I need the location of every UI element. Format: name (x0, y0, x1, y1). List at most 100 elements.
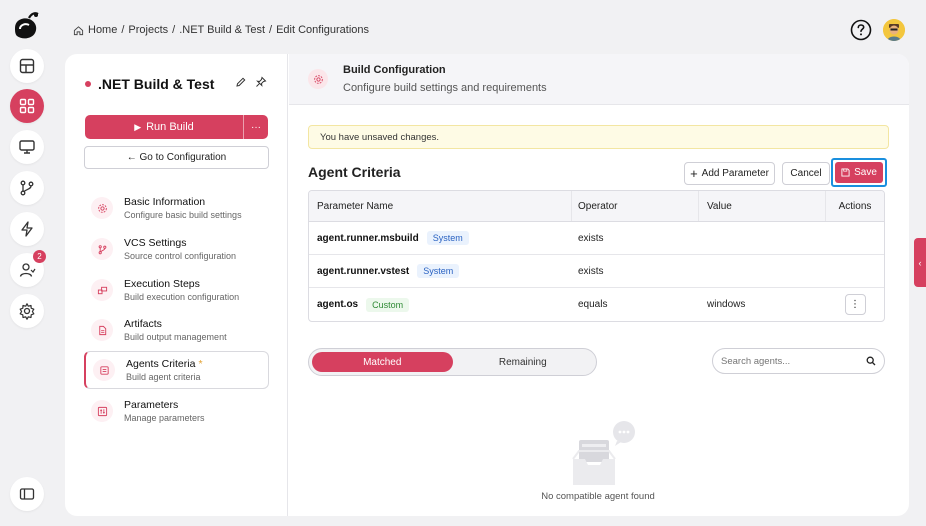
search-input[interactable] (721, 355, 851, 367)
sidebar-item-artifacts[interactable]: Artifacts Build output management (84, 311, 269, 349)
header-title: Build Configuration (343, 64, 446, 76)
system-badge: System (426, 231, 469, 245)
plus-icon: + (690, 165, 698, 181)
parameter-name: agent.runner.vstest (317, 265, 410, 277)
more-vertical-icon: ⋮ (850, 299, 860, 310)
run-options-button[interactable]: ··· (244, 115, 268, 139)
sidebar-item-vcs-settings[interactable]: VCS Settings Source control configuration (84, 230, 269, 268)
breadcrumb-separator: / (269, 24, 273, 36)
sidebar-item-basic-information[interactable]: Basic Information Configure basic build s… (84, 189, 269, 227)
nav-subtitle: Configure basic build settings (124, 210, 242, 220)
home-icon (73, 25, 84, 35)
nav-title: Parameters (124, 399, 179, 411)
empty-inbox-illustration (572, 421, 635, 485)
column-header: Value (699, 191, 826, 221)
branch-icon (91, 238, 113, 260)
add-parameter-label: Add Parameter (701, 168, 769, 179)
rail-collapse[interactable] (10, 477, 44, 511)
tab-remaining[interactable]: Remaining (453, 352, 594, 372)
search-icon (866, 356, 876, 366)
operator-cell: exists (578, 265, 604, 277)
config-main: Build Configuration Configure build sett… (289, 54, 909, 516)
apps-icon (19, 98, 35, 114)
sidebar-item-agents-criteria[interactable]: Agents Criteria * Build agent criteria (84, 351, 269, 389)
parameter-name: agent.runner.msbuild (317, 232, 419, 244)
system-badge: System (417, 264, 460, 278)
dashboard-icon (19, 58, 35, 74)
row-actions-button[interactable]: ⋮ (844, 294, 866, 315)
rail-users[interactable]: 2 (10, 250, 46, 287)
nav-title: Agents Criteria (126, 358, 196, 370)
value-cell: windows (707, 299, 746, 310)
header-subtitle: Configure build settings and requirement… (343, 82, 547, 94)
parameter-name: agent.os (317, 299, 359, 310)
breadcrumb: Home / Projects / .NET Build & Test / Ed… (73, 24, 369, 36)
nav-subtitle: Manage parameters (124, 413, 205, 423)
section-header: Build Configuration Configure build sett… (289, 54, 909, 105)
nav-title: Artifacts (124, 318, 162, 330)
rail-apps[interactable] (10, 89, 44, 123)
go-to-configuration-button[interactable]: ← Go to Configuration (84, 146, 269, 169)
table-header: Parameter Name Operator Value Actions (309, 191, 884, 222)
cancel-button[interactable]: Cancel (782, 162, 830, 185)
rail-lightning[interactable] (10, 212, 44, 246)
rail-branches[interactable] (10, 171, 44, 205)
nav-subtitle: Build execution configuration (124, 292, 240, 302)
agent-match-toggle: Matched Remaining (308, 348, 597, 376)
save-button[interactable]: Save (835, 162, 883, 183)
add-parameter-button[interactable]: + Add Parameter (684, 162, 775, 185)
value-cell (699, 222, 826, 254)
breadcrumb-separator: / (172, 24, 176, 36)
agent-criteria-title: Agent Criteria (308, 164, 401, 180)
nav-title: Basic Information (124, 196, 206, 208)
pencil-icon[interactable] (235, 76, 247, 88)
sidebar-item-parameters[interactable]: Parameters Manage parameters (84, 392, 269, 430)
config-sidebar: .NET Build & Test ▶ Run Build ··· ← Go t… (65, 54, 288, 516)
breadcrumb-project[interactable]: .NET Build & Test (179, 24, 265, 36)
rail-monitor[interactable] (10, 130, 44, 164)
chevron-left-icon: ‹ (918, 257, 922, 268)
save-icon (841, 168, 850, 177)
steps-icon (91, 279, 113, 301)
branch-icon (20, 180, 34, 196)
gear-icon (19, 303, 35, 320)
params-icon (91, 400, 113, 422)
sidebar-toggle-icon (19, 488, 35, 500)
breadcrumb-home[interactable]: Home (88, 24, 117, 36)
project-status-dot (85, 81, 91, 87)
actions-cell (826, 222, 884, 254)
agent-criteria-table: Parameter Name Operator Value Actions ag… (308, 190, 885, 322)
monitor-icon (19, 140, 35, 154)
column-header: Actions (838, 200, 872, 212)
breadcrumb-projects[interactable]: Projects (128, 24, 168, 36)
logo-icon[interactable] (11, 10, 41, 42)
run-build-button-group: ▶ Run Build ··· (85, 115, 268, 139)
gear-icon (91, 197, 113, 219)
nav-subtitle: Build output management (124, 332, 227, 342)
run-build-button[interactable]: ▶ Run Build (85, 115, 244, 139)
left-rail: 2 (0, 0, 54, 526)
breadcrumb-separator: / (121, 24, 125, 36)
help-icon[interactable] (850, 19, 872, 41)
pin-icon[interactable] (255, 76, 267, 88)
search-agents-field[interactable] (712, 348, 885, 374)
table-row: agent.os Custom equals windows ⋮ (309, 288, 884, 321)
nav-title: Execution Steps (124, 278, 200, 290)
rail-settings[interactable] (10, 294, 44, 328)
column-header: Parameter Name (309, 191, 572, 221)
actions-cell: ⋮ (826, 288, 884, 321)
side-panel-toggle[interactable]: ‹ (914, 238, 926, 287)
rail-dashboard[interactable] (10, 49, 44, 83)
breadcrumb-current: Edit Configurations (276, 24, 370, 36)
table-row: agent.runner.msbuild System exists (309, 222, 884, 255)
lightning-icon (21, 221, 33, 237)
value-cell (699, 255, 826, 287)
sidebar-item-execution-steps[interactable]: Execution Steps Build execution configura… (84, 271, 269, 309)
table-row: agent.runner.vstest System exists (309, 255, 884, 288)
empty-state-text: No compatible agent found (541, 491, 655, 502)
avatar[interactable] (883, 19, 905, 41)
actions-cell (826, 255, 884, 287)
tab-matched[interactable]: Matched (312, 352, 453, 372)
operator-cell: exists (578, 232, 604, 244)
custom-badge: Custom (366, 297, 410, 312)
